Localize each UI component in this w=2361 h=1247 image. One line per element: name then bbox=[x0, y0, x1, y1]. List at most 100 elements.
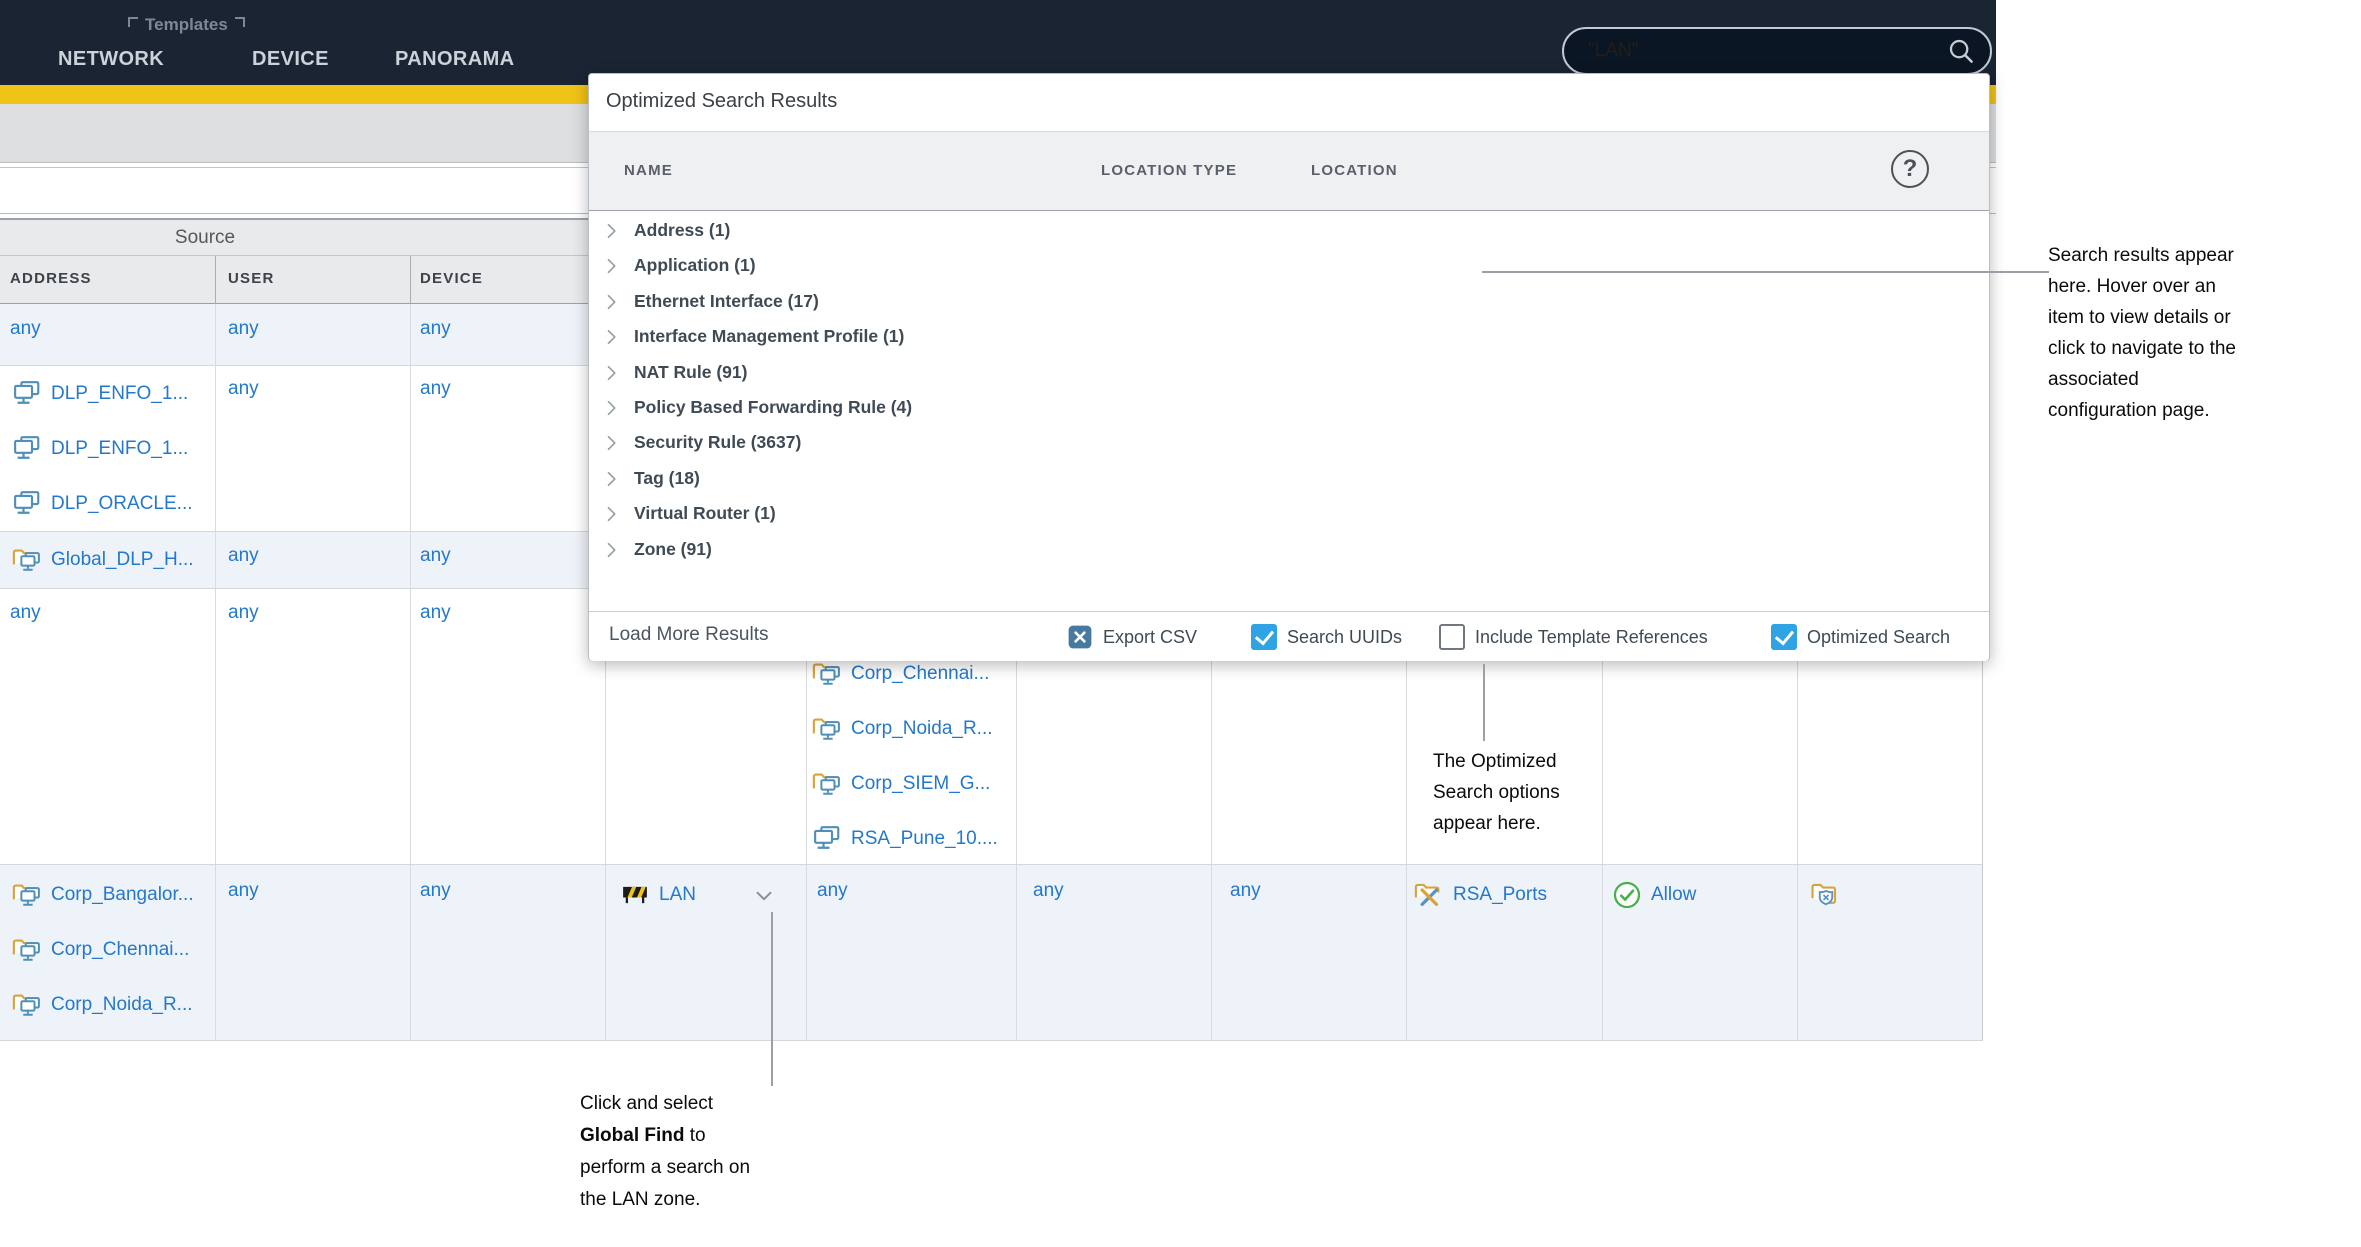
checkbox-search-uuids[interactable]: Search UUIDs bbox=[1251, 624, 1402, 650]
result-row-label: Tag (18) bbox=[634, 468, 700, 488]
any-link[interactable]: any bbox=[228, 545, 259, 567]
address-group-link[interactable]: Corp_Noida_R... bbox=[851, 718, 993, 740]
popup-column-location[interactable]: LOCATION bbox=[1311, 162, 1398, 179]
annotation-line: appear here. bbox=[1433, 813, 1541, 834]
any-link[interactable]: any bbox=[10, 602, 41, 624]
chevron-down-icon[interactable] bbox=[753, 885, 775, 907]
tab-device[interactable]: DEVICE bbox=[252, 48, 329, 71]
any-link[interactable]: any bbox=[420, 880, 451, 902]
service-cell: RSA_Ports bbox=[1414, 880, 1547, 910]
address-group-link[interactable]: Corp_Chennai... bbox=[851, 663, 989, 685]
popup-title: Optimized Search Results bbox=[606, 90, 838, 112]
list-item: Corp_Noida_R... bbox=[12, 990, 193, 1020]
annotation-line: perform a search on bbox=[580, 1157, 751, 1178]
result-row-label: Security Rule (3637) bbox=[634, 432, 802, 452]
result-row[interactable]: Address (1) bbox=[589, 213, 1989, 248]
chevron-right-icon bbox=[601, 327, 621, 347]
zone-link[interactable]: LAN bbox=[659, 884, 696, 906]
annotation-line: Search options bbox=[1433, 782, 1560, 803]
screenshot-canvas: Templates NETWORK DEVICE PANORAMA Source… bbox=[0, 0, 2361, 1247]
address-object-link[interactable]: DLP_ENFO_1... bbox=[51, 438, 188, 460]
annotation-line: the LAN zone. bbox=[580, 1189, 701, 1210]
address-object-link[interactable]: RSA_Pune_10.... bbox=[851, 828, 998, 850]
result-row[interactable]: Tag (18) bbox=[589, 461, 1989, 496]
global-search-input[interactable] bbox=[1564, 40, 1946, 62]
any-link[interactable]: any bbox=[228, 378, 259, 400]
column-header-device[interactable]: DEVICE bbox=[420, 270, 483, 287]
result-row[interactable]: Policy Based Forwarding Rule (4) bbox=[589, 390, 1989, 425]
annotation-line: item to view details or bbox=[2048, 307, 2231, 328]
action-link[interactable]: Allow bbox=[1651, 884, 1696, 906]
checkbox-include-template-references[interactable]: Include Template References bbox=[1439, 624, 1708, 650]
profile-cell bbox=[1810, 880, 1840, 910]
service-group-link[interactable]: RSA_Ports bbox=[1453, 884, 1547, 906]
result-row[interactable]: NAT Rule (91) bbox=[589, 355, 1989, 390]
result-row[interactable]: Zone (91) bbox=[589, 532, 1989, 567]
annotation-line: Global Find to bbox=[580, 1120, 820, 1152]
address-object-icon bbox=[12, 379, 42, 409]
address-group-icon bbox=[12, 935, 42, 965]
any-link[interactable]: any bbox=[228, 880, 259, 902]
bracket-right bbox=[234, 17, 245, 27]
result-row[interactable]: Virtual Router (1) bbox=[589, 496, 1989, 531]
export-csv-button[interactable]: Export CSV bbox=[1067, 624, 1197, 650]
address-group-link[interactable]: Corp_SIEM_G... bbox=[851, 773, 990, 795]
tab-network[interactable]: NETWORK bbox=[58, 48, 164, 71]
optimized-search-popup: Optimized Search Results NAME LOCATION T… bbox=[588, 73, 1990, 661]
result-row-label: Address (1) bbox=[634, 220, 731, 240]
result-row[interactable]: Application (1) bbox=[589, 248, 1989, 283]
any-link[interactable]: any bbox=[228, 602, 259, 624]
annotation-line: configuration page. bbox=[2048, 400, 2210, 421]
action-cell: Allow bbox=[1612, 880, 1696, 910]
chevron-right-icon bbox=[601, 256, 621, 276]
any-link[interactable]: any bbox=[420, 378, 451, 400]
address-object-icon bbox=[812, 824, 842, 854]
popup-footer: Load More Results Export CSV Search UUID… bbox=[589, 611, 1989, 661]
chevron-right-icon bbox=[601, 504, 621, 524]
chevron-right-icon bbox=[601, 221, 621, 241]
column-header-address[interactable]: ADDRESS bbox=[10, 270, 92, 287]
address-group-link[interactable]: Corp_Bangalor... bbox=[51, 884, 194, 906]
any-link[interactable]: any bbox=[1033, 880, 1064, 902]
chevron-right-icon bbox=[601, 540, 621, 560]
any-link[interactable]: any bbox=[817, 880, 848, 902]
tab-panorama[interactable]: PANORAMA bbox=[395, 48, 515, 71]
result-row[interactable]: Interface Management Profile (1) bbox=[589, 319, 1989, 354]
popup-column-location-type[interactable]: LOCATION TYPE bbox=[1101, 162, 1237, 179]
checkbox-label: Optimized Search bbox=[1807, 626, 1951, 647]
any-link[interactable]: any bbox=[1230, 880, 1261, 902]
global-search-box[interactable] bbox=[1562, 27, 1992, 75]
column-header-user[interactable]: USER bbox=[228, 270, 274, 287]
address-group-link[interactable]: Corp_Chennai... bbox=[51, 939, 189, 961]
checkbox-label: Include Template References bbox=[1475, 626, 1708, 647]
checkbox-optimized-search[interactable]: Optimized Search bbox=[1771, 624, 1950, 650]
list-item: Corp_Chennai... bbox=[812, 659, 989, 689]
checkbox-label: Search UUIDs bbox=[1287, 626, 1403, 647]
checkbox-checked-icon bbox=[1771, 624, 1797, 650]
address-group-icon bbox=[12, 545, 42, 575]
list-item: Corp_SIEM_G... bbox=[812, 769, 990, 799]
profile-group-folder-icon[interactable] bbox=[1810, 880, 1840, 910]
callout-line-optimized-options bbox=[1483, 664, 1485, 741]
any-link[interactable]: any bbox=[420, 602, 451, 624]
zone-cell: LAN bbox=[620, 880, 696, 910]
address-group-link[interactable]: Global_DLP_H... bbox=[51, 549, 194, 571]
annotation-optimized-search-options: The Optimized Search options appear here… bbox=[1433, 746, 1633, 839]
address-object-icon bbox=[12, 434, 42, 464]
result-row[interactable]: Security Rule (3637) bbox=[589, 425, 1989, 460]
result-row-label: Zone (91) bbox=[634, 539, 712, 559]
help-icon[interactable]: ? bbox=[1891, 150, 1929, 188]
result-row-label: Ethernet Interface (17) bbox=[634, 291, 819, 311]
any-link[interactable]: any bbox=[228, 318, 259, 340]
address-group-link[interactable]: Corp_Noida_R... bbox=[51, 994, 193, 1016]
result-row[interactable]: Ethernet Interface (17) bbox=[589, 284, 1989, 319]
address-object-link[interactable]: DLP_ORACLE... bbox=[51, 493, 193, 515]
bracket-left bbox=[128, 17, 138, 27]
address-object-link[interactable]: DLP_ENFO_1... bbox=[51, 383, 188, 405]
load-more-results-link[interactable]: Load More Results bbox=[609, 624, 768, 646]
any-link[interactable]: any bbox=[10, 318, 41, 340]
popup-column-name[interactable]: NAME bbox=[624, 162, 673, 179]
callout-line-global-find bbox=[771, 912, 773, 1086]
any-link[interactable]: any bbox=[420, 318, 451, 340]
any-link[interactable]: any bbox=[420, 545, 451, 567]
